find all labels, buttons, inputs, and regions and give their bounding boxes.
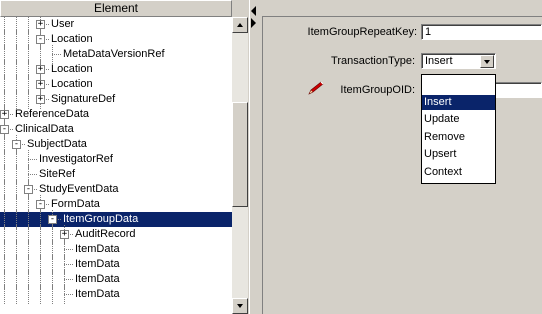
tree-item[interactable]: MetaDataVersionRef [0, 45, 232, 64]
arrow-up-icon [237, 23, 243, 27]
tree-item-label: AuditRecord [75, 228, 136, 240]
tree-item-label: ReferenceData [15, 108, 89, 120]
tree-item[interactable]: - ClinicalData [0, 120, 232, 139]
tree-connector-line [64, 279, 73, 280]
collapse-icon[interactable]: - [24, 185, 33, 194]
element-tree: + User - Location MetaDataVersionRef + Locatio… [0, 17, 232, 314]
expand-icon[interactable]: + [36, 95, 45, 104]
tree-item-label: StudyEventData [39, 183, 119, 195]
tree-item-label: ItemData [75, 243, 120, 255]
scroll-down-button[interactable] [232, 298, 248, 314]
tree-guide-line [16, 285, 17, 304]
tree-item-label: FormData [51, 198, 100, 210]
repeat-key-label: ItemGroupRepeatKey: [307, 26, 417, 38]
expand-icon[interactable]: + [36, 65, 45, 74]
tree-item[interactable]: ItemData [0, 285, 232, 304]
tree-item[interactable]: + Location [0, 75, 232, 94]
dropdown-option[interactable] [422, 77, 495, 92]
arrow-down-icon [237, 304, 243, 308]
expand-icon[interactable]: + [36, 80, 45, 89]
dropdown-option[interactable]: Update [422, 112, 495, 127]
tree-guide-line [40, 285, 41, 304]
collapse-icon[interactable]: - [36, 35, 45, 44]
tree-connector-line [64, 264, 73, 265]
tree-item-label: ItemData [75, 273, 120, 285]
tree-item-label: Location [51, 63, 93, 75]
collapse-icon[interactable]: - [12, 140, 21, 149]
tree-vertical-scrollbar[interactable] [232, 17, 248, 314]
tree-item[interactable]: - FormData [0, 195, 232, 214]
tree-guide-line [52, 285, 53, 304]
tree-item[interactable]: ItemData [0, 270, 232, 289]
tree-item[interactable]: + ReferenceData [0, 105, 232, 124]
tree-item[interactable]: + Location [0, 60, 232, 79]
dropdown-option[interactable]: Remove [422, 130, 495, 145]
tree-item[interactable]: ItemData [0, 240, 232, 259]
collapse-right-icon[interactable] [251, 18, 256, 28]
tree-item-label: User [51, 18, 75, 30]
tree-connector-line [64, 249, 73, 250]
tree-item[interactable]: - ItemGroupData [0, 210, 232, 229]
dropdown-option[interactable]: Context [422, 165, 495, 180]
tree-item[interactable]: - SubjectData [0, 135, 232, 154]
expand-icon[interactable]: + [60, 230, 69, 239]
tree-item[interactable]: + AuditRecord [0, 225, 232, 244]
tree-connector-line [64, 294, 73, 295]
split-pane-divider[interactable] [249, 0, 257, 314]
transaction-type-dropdown-button[interactable] [480, 55, 494, 68]
tree-item-label: Location [51, 78, 93, 90]
transaction-type-value: Insert [425, 55, 453, 67]
tree-column-header[interactable]: Element [0, 0, 232, 17]
tree-item[interactable]: ItemData [0, 255, 232, 274]
tree-item-label: ItemGroupData [62, 212, 140, 227]
tree-connector-line [28, 174, 37, 175]
tree-connector-line [28, 159, 37, 160]
tree-item-label: MetaDataVersionRef [63, 48, 165, 60]
collapse-icon[interactable]: - [36, 200, 45, 209]
tree-item[interactable]: - Location [0, 30, 232, 49]
tree-item-label: SubjectData [27, 138, 87, 150]
collapse-icon[interactable]: - [0, 125, 9, 134]
repeat-key-field[interactable]: 1 [421, 24, 542, 40]
tree-item-label: SiteRef [39, 168, 76, 180]
scroll-thumb[interactable] [232, 102, 248, 207]
tree-item-label: SignatureDef [51, 93, 116, 105]
expand-icon[interactable]: + [0, 110, 9, 119]
item-group-oid-label: ItemGroupOID: [340, 84, 415, 96]
tree-connector-line [52, 54, 61, 55]
transaction-type-dropdown-list: Insert Update Remove Upsert Context [421, 74, 496, 184]
dropdown-option[interactable]: Insert [422, 94, 495, 110]
tree-item[interactable]: SiteRef [0, 165, 232, 184]
element-tree-panel: Element + User - Location MetaDataVersionRef… [0, 0, 232, 314]
collapse-icon[interactable]: - [48, 215, 57, 224]
dropdown-option[interactable]: Upsert [422, 147, 495, 162]
tree-guide-line [28, 285, 29, 304]
tree-item-label: ItemData [75, 288, 120, 300]
repeat-key-value: 1 [425, 26, 432, 38]
chevron-down-icon [484, 60, 490, 64]
tree-item-label: ItemData [75, 258, 120, 270]
collapse-left-icon[interactable] [251, 6, 256, 16]
tree-item-label: ClinicalData [15, 123, 74, 135]
tree-item-label: InvestigatorRef [39, 153, 113, 165]
transaction-type-select[interactable]: Insert [421, 53, 496, 69]
tree-item[interactable]: + User [0, 17, 232, 34]
tree-item[interactable]: - StudyEventData [0, 180, 232, 199]
tree-guide-line [4, 285, 5, 304]
transaction-type-label: TransactionType: [331, 55, 415, 67]
tree-item-label: Location [51, 33, 93, 45]
scroll-up-button[interactable] [232, 17, 248, 33]
expand-icon[interactable]: + [36, 20, 45, 29]
tree-item[interactable]: + SignatureDef [0, 90, 232, 109]
tree-item[interactable]: InvestigatorRef [0, 150, 232, 169]
tree-column-header-label: Element [93, 1, 139, 15]
